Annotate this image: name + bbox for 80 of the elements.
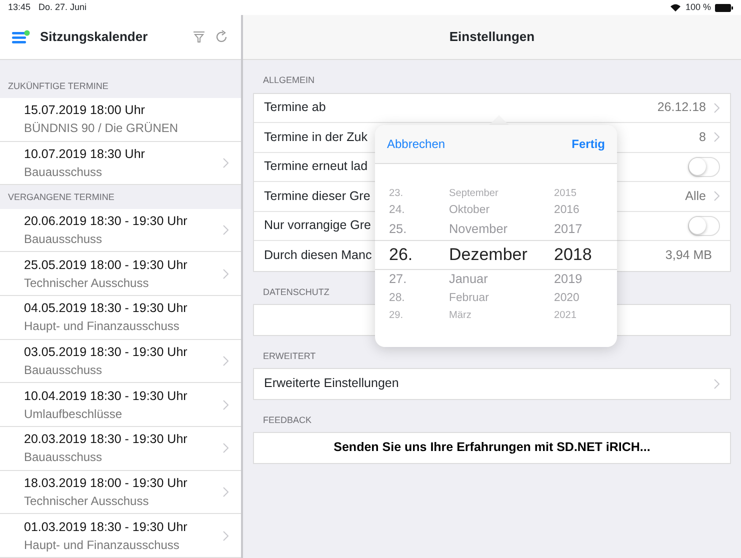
event-committee: Bauausschuss [24,362,104,380]
picker-year[interactable]: 2016 [554,202,614,220]
picker-day[interactable]: 26. [389,242,449,268]
picker-month[interactable]: September [449,186,554,202]
setting-label: Termine in der Zuk [264,128,368,146]
event-committee: BÜNDNIS 90 / Die GRÜNEN [24,120,180,138]
event-date: 03.05.2019 18:30 - 19:30 Uhr [24,344,188,362]
setting-value: 26.12.18 [657,99,706,116]
event-committee: Technischer Ausschuss [24,493,150,510]
event-committee: Technischer Ausschuss [24,274,150,292]
status-date: Do. 27. Juni [38,0,87,14]
setting-value: Alle [685,188,706,205]
event-item[interactable]: 25.05.2019 18:00 - 19:30 Uhr Technischer Ausschuss [0,252,241,296]
event-item[interactable]: 20.06.2019 18:30 - 19:30 Uhr Bauausschuss [0,208,241,252]
event-date: 20.06.2019 18:30 - 19:30 Uhr [24,213,188,230]
picker-year[interactable]: 2020 [554,290,614,308]
event-item[interactable]: 18.03.2019 18:00 - 19:30 Uhr Technischer Ausschuss [0,470,241,514]
event-item[interactable]: 04.05.2019 18:30 - 19:30 Uhr Haupt- und Finanzausschuss [0,296,241,340]
event-date: 10.04.2019 18:30 - 19:30 Uhr [24,388,188,405]
event-committee: Haupt- und Finanzausschuss [24,318,180,336]
picker-day[interactable]: 28. [389,290,449,308]
page-title: Einstellungen [449,28,535,46]
setting-value: 8 [699,128,706,146]
picker-month[interactable]: November [449,220,554,240]
setting-label: Termine ab [264,99,326,116]
picker-day[interactable]: 24. [389,202,449,220]
section-header: FEEDBACK [263,414,312,424]
status-time: 13:45 [8,0,31,14]
section-header: VERGANGENE TERMINE [8,192,114,202]
event-item[interactable]: 10.04.2019 18:30 - 19:30 Uhr Umlaufbeschlüsse [0,383,241,428]
setting-label: Termine erneut lad [264,158,368,176]
settings-row[interactable]: Erweiterte Einstellungen [254,369,730,398]
done-button[interactable]: Fertig [572,135,605,153]
menu-icon[interactable] [12,30,30,44]
picker-day[interactable]: 25. [389,220,449,240]
picker-day[interactable]: 23. [389,186,449,202]
event-item[interactable]: 20.03.2019 18:30 - 19:30 Uhr Bauausschuss [0,427,241,471]
picker-month[interactable]: Februar [449,290,554,308]
picker-year[interactable]: 2021 [554,308,614,324]
section-header: ZUKÜNFTIGE TERMINE [8,81,108,92]
event-committee: Bauausschuss [24,231,104,248]
cancel-button[interactable]: Abbrechen [387,135,446,153]
picker-year[interactable]: 2017 [554,220,614,240]
picker-year[interactable]: 2015 [554,186,614,202]
event-date: 10.07.2019 18:30 Uhr [24,146,146,163]
filter-icon[interactable] [193,30,205,43]
event-committee: Bauausschuss [24,164,104,181]
battery-icon [715,4,733,12]
picker-day[interactable]: 27. [389,270,449,290]
setting-label: Nur vorrangige Gre [264,217,371,234]
event-date: 20.03.2019 18:30 - 19:30 Uhr [24,431,188,448]
picker-month[interactable]: Januar [449,270,554,290]
toggle-switch[interactable] [688,156,720,177]
event-item[interactable]: 15.07.2019 18:00 Uhr BÜNDNIS 90 / Die GRÜNEN [0,98,241,142]
sidebar-title: Sitzungskalender [40,28,149,46]
setting-label: Termine dieser Gre [264,188,370,205]
event-item[interactable]: 01.03.2019 18:30 - 19:30 Uhr Haupt- und Finanzausschuss [0,514,241,558]
battery-percent: 100 % [685,0,711,14]
event-date: 01.03.2019 18:30 - 19:30 Uhr [24,518,188,536]
picker-month[interactable]: Dezember [449,242,554,268]
section-header: ALLGEMEIN [263,75,315,85]
event-committee: Umlaufbeschlüsse [24,406,124,423]
event-item[interactable]: 03.05.2019 18:30 - 19:30 Uhr Bauausschuss [0,340,241,384]
picker-month[interactable]: März [449,308,554,324]
picker-day[interactable]: 29. [389,308,449,324]
section-header: ERWEITERT [263,350,316,360]
setting-label: Erweiterte Einstellungen [264,375,399,392]
picker-year[interactable]: 2019 [554,270,614,290]
event-committee: Bauausschuss [24,449,104,466]
picker-month[interactable]: Oktober [449,202,554,220]
event-date: 04.05.2019 18:30 - 19:30 Uhr [24,300,188,318]
event-committee: Haupt- und Finanzausschuss [24,536,180,554]
event-date: 25.05.2019 18:00 - 19:30 Uhr [24,256,188,274]
picker-year[interactable]: 2018 [554,242,614,268]
refresh-icon[interactable] [215,30,229,44]
event-date: 15.07.2019 18:00 Uhr [24,102,146,120]
event-date: 18.03.2019 18:00 - 19:30 Uhr [24,475,188,492]
wifi-icon [670,3,682,12]
toggle-switch[interactable] [688,216,720,236]
section-header: DATENSCHUTZ [263,286,330,296]
